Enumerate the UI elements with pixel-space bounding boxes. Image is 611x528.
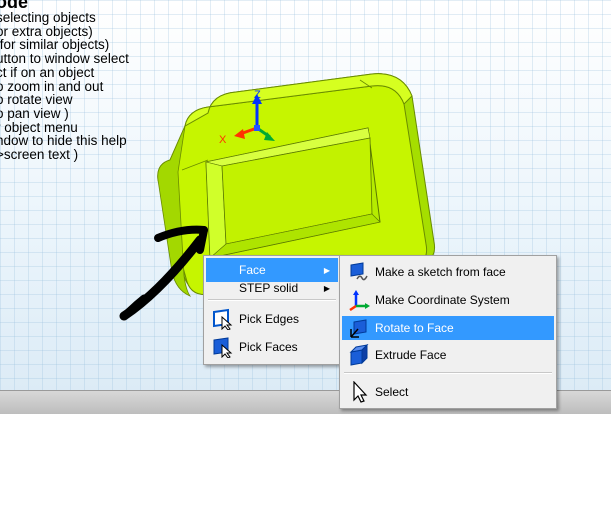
x-axis-label: X [219,134,227,146]
menu-item-label: Make Coordinate System [375,293,510,307]
rotate-to-face-icon [350,319,367,338]
coordinate-system-icon [349,290,370,311]
pick-faces-icon [213,337,233,358]
menu-item-label: Make a sketch from face [375,265,506,279]
menu-item-select[interactable]: Select [342,380,554,404]
menu-item-label: STEP solid [239,281,299,295]
menu-item-make-coordinate-system[interactable]: Make Coordinate System [342,288,554,312]
menu-item-extrude-face[interactable]: Extrude Face [342,343,554,367]
menu-item-label: Extrude Face [375,348,447,362]
z-axis-label: Z [254,89,261,101]
menu-item-step-solid[interactable]: STEP solid ▶ [206,276,338,300]
menu-item-pick-edges[interactable]: Pick Edges [206,307,338,331]
menu-separator [208,299,336,301]
menu-item-label: Face [239,263,266,277]
empty-area [0,414,611,528]
submenu-arrow-icon: ▶ [323,283,330,293]
face-submenu: Make a sketch from face Make Coordinate … [339,255,557,409]
extrude-face-icon [349,344,369,366]
sketch-from-face-icon [350,262,368,281]
menu-item-label: Select [375,385,409,399]
menu-item-label: Pick Faces [239,340,298,354]
submenu-arrow-icon: ▶ [323,265,330,275]
menu-item-label: Pick Edges [239,312,300,326]
context-menu: Face ▶ STEP solid ▶ Pick Edges Pick Face… [203,255,341,365]
menu-item-label: Rotate to Face [375,321,454,335]
select-cursor-icon [353,381,368,403]
menu-separator [344,372,552,374]
menu-item-pick-faces[interactable]: Pick Faces [206,335,338,359]
menu-item-rotate-to-face[interactable]: Rotate to Face [342,316,554,340]
pick-edges-icon [213,308,233,330]
menu-item-make-sketch[interactable]: Make a sketch from face [342,260,554,284]
